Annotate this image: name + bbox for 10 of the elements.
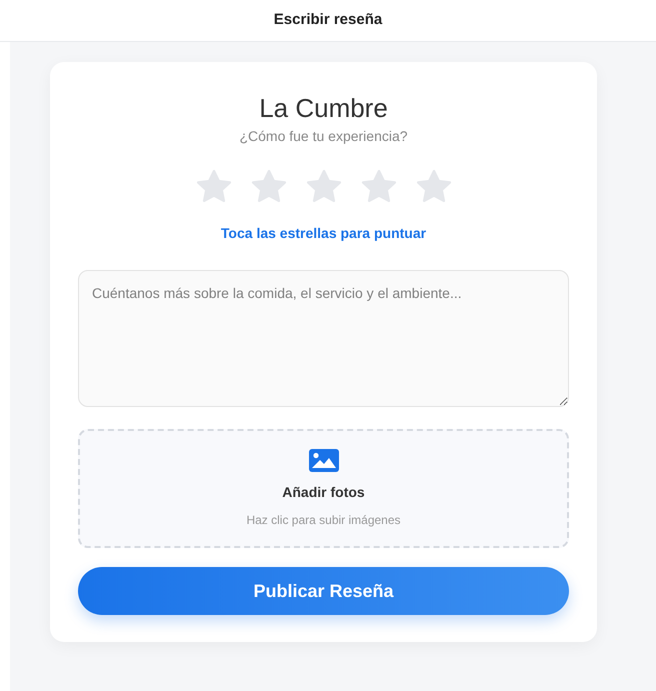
- restaurant-name: La Cumbre: [259, 92, 388, 124]
- upload-hint: Haz clic para subir imágenes: [246, 512, 401, 528]
- publish-button[interactable]: Publicar Reseña: [78, 567, 569, 615]
- page-title: Escribir reseña: [274, 10, 382, 30]
- rating-hint: Toca las estrellas para puntuar: [220, 224, 426, 243]
- upload-title: Añadir fotos: [282, 482, 365, 502]
- image-icon: [308, 448, 338, 472]
- review-input-field[interactable]: Cuéntanos más sobre la comida, el servicio y el ambiente...: [78, 270, 569, 407]
- photo-upload-area[interactable]: Añadir fotos Haz clic para subir imágenes: [78, 429, 569, 548]
- experience-question: ¿Cómo fue tu experiencia?: [239, 127, 408, 146]
